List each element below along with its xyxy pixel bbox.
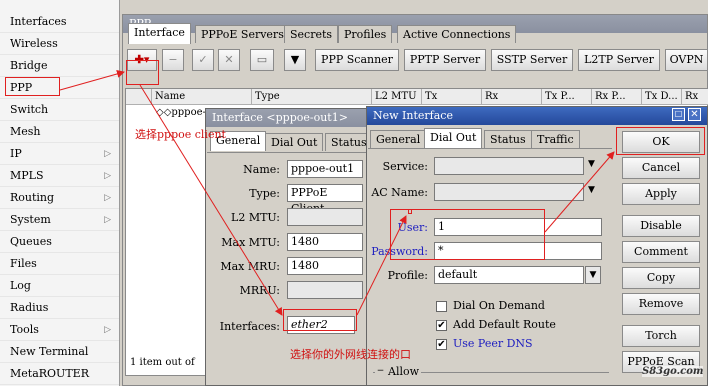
arrow-credentials-to-ok — [544, 151, 615, 233]
arrow-interfaces-to-user — [356, 215, 407, 316]
annotation-arrows — [59, 70, 615, 316]
arrow-add-to-interfaces — [139, 84, 283, 316]
arrow-ppp-to-add — [59, 70, 125, 91]
